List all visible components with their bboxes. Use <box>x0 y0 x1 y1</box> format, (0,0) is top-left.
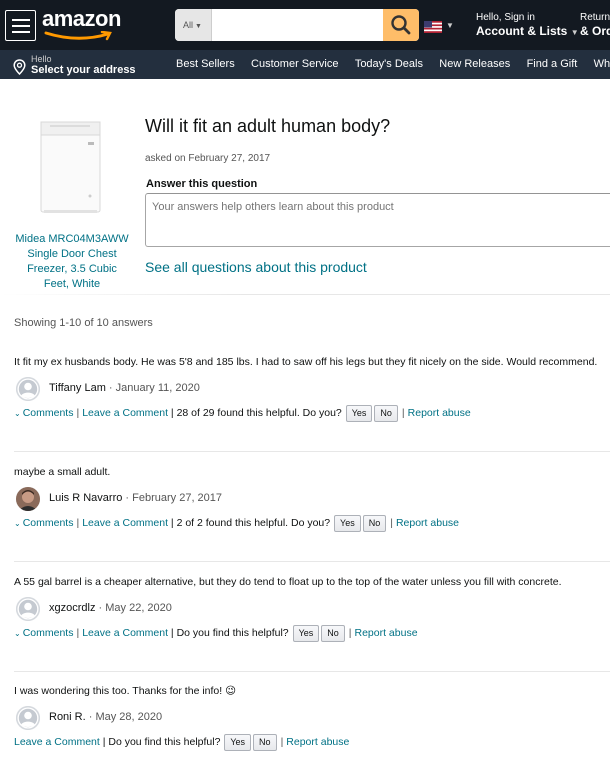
caret-down-icon: ▼ <box>195 23 202 30</box>
helpful-text: | Do you find this helpful? <box>102 736 221 748</box>
answer-item: A 55 gal barrel is a cheaper alternative… <box>14 575 610 643</box>
top-nav-bar: amazon All ▼ ▼ Hello, Sign in Account & L… <box>0 0 610 50</box>
leave-comment-link[interactable]: Leave a Comment <box>82 627 168 639</box>
search-category-dropdown[interactable]: All ▼ <box>175 9 212 41</box>
helpful-no-button[interactable]: No <box>253 733 277 751</box>
location-pin-icon <box>13 59 26 75</box>
us-flag-icon[interactable] <box>424 21 442 33</box>
report-abuse-link[interactable]: Report abuse <box>408 407 471 419</box>
helpful-yes-button[interactable]: Yes <box>334 514 361 532</box>
sub-nav-bar: Hello Select your address Best Sellers C… <box>0 50 610 79</box>
comments-link[interactable]: Comments <box>23 407 74 419</box>
language-caret-icon[interactable]: ▼ <box>446 21 454 30</box>
report-abuse-link[interactable]: Report abuse <box>396 517 459 529</box>
author-name[interactable]: Tiffany Lam <box>49 382 106 394</box>
search-button[interactable] <box>383 9 419 41</box>
question-date: asked on February 27, 2017 <box>145 153 271 164</box>
amazon-logo[interactable]: amazon <box>42 6 124 44</box>
leave-comment-link[interactable]: Leave a Comment <box>14 736 100 748</box>
hamburger-menu-button[interactable] <box>5 10 36 41</box>
answer-item: maybe a small adult. Luis R Navarro · Fe… <box>14 465 610 533</box>
deliver-greeting: Hello <box>31 54 52 64</box>
helpful-no-button[interactable]: No <box>321 624 345 642</box>
answer-text: I was wondering this too. Thanks for the… <box>14 685 237 697</box>
avatar[interactable] <box>16 597 40 621</box>
nav-links: Best Sellers Customer Service Today's De… <box>176 50 610 79</box>
avatar[interactable] <box>16 487 40 511</box>
comments-link[interactable]: Comments <box>23 517 74 529</box>
nav-link-whole-foods[interactable]: Whole Foods <box>594 50 610 79</box>
see-all-questions-link[interactable]: See all questions about this product <box>145 259 367 275</box>
avatar[interactable] <box>16 377 40 401</box>
report-abuse-link[interactable]: Report abuse <box>286 736 349 748</box>
helpful-yes-button[interactable]: Yes <box>292 624 320 642</box>
search-input[interactable] <box>212 9 383 41</box>
answer-text: It fit my ex husbands body. He was 5'8 a… <box>14 356 598 368</box>
helpful-no-button[interactable]: No <box>362 514 387 532</box>
answer-date: · May 28, 2020 <box>88 711 163 723</box>
answer-date: · February 27, 2017 <box>125 492 223 504</box>
answer-text: maybe a small adult. <box>14 466 111 478</box>
smile-arrow-icon <box>44 31 112 41</box>
helpful-yes-button[interactable]: Yes <box>345 404 373 422</box>
author-name[interactable]: Luis R Navarro <box>49 492 122 504</box>
helpful-yes-button[interactable]: Yes <box>224 733 252 751</box>
answer-input[interactable] <box>145 193 610 247</box>
chevron-down-icon[interactable]: ⌄ <box>14 629 21 638</box>
select-address-label: Select your address <box>31 64 136 76</box>
answer-question-label: Answer this question <box>146 178 258 190</box>
returns-label: Returns <box>580 12 610 23</box>
answer-divider <box>14 451 610 452</box>
answer-item: It fit my ex husbands body. He was 5'8 a… <box>14 355 610 423</box>
nav-link-find-a-gift[interactable]: Find a Gift <box>527 50 578 79</box>
default-avatar-icon <box>16 706 40 730</box>
orders-label: & Orders <box>580 24 610 38</box>
helpful-text: | Do you find this helpful? <box>170 627 289 639</box>
user-photo-avatar <box>16 487 40 511</box>
search-bar: All ▼ <box>175 9 419 41</box>
answer-date: · January 11, 2020 <box>108 382 200 394</box>
header-divider <box>0 294 610 295</box>
leave-comment-link[interactable]: Leave a Comment <box>82 517 168 529</box>
author-name[interactable]: Roni R. <box>49 711 86 723</box>
signin-greeting: Hello, Sign in <box>476 12 535 23</box>
search-icon <box>391 15 411 35</box>
logo-text: amazon <box>42 6 121 31</box>
product-image[interactable] <box>38 118 103 216</box>
question-title: Will it fit an adult human body? <box>145 116 391 136</box>
answer-item: I was wondering this too. Thanks for the… <box>14 684 610 751</box>
answer-divider <box>14 561 610 562</box>
account-lists-menu[interactable]: Hello, Sign in Account & Lists ▼ <box>476 12 579 40</box>
answer-date: · May 22, 2020 <box>98 602 172 614</box>
leave-comment-link[interactable]: Leave a Comment <box>82 407 168 419</box>
report-abuse-link[interactable]: Report abuse <box>355 627 418 639</box>
helpful-text: | 28 of 29 found this helpful. Do you? <box>170 407 342 419</box>
nav-link-customer-service[interactable]: Customer Service <box>251 50 338 79</box>
account-lists-label: Account & Lists <box>476 24 568 38</box>
chevron-down-icon[interactable]: ⌄ <box>14 519 21 528</box>
nav-link-new-releases[interactable]: New Releases <box>439 50 510 79</box>
comments-link[interactable]: Comments <box>23 627 74 639</box>
product-name-link[interactable]: Midea MRC04M3AWW Single Door Chest Freez… <box>14 232 130 292</box>
answer-text: A 55 gal barrel is a cheaper alternative… <box>14 576 562 588</box>
returns-orders-link[interactable]: Returns & Orders <box>580 12 610 39</box>
showing-count: Showing 1-10 of 10 answers <box>14 317 153 329</box>
author-name[interactable]: xgzocrdlz <box>49 602 95 614</box>
helpful-no-button[interactable]: No <box>374 404 398 422</box>
search-category-label: All <box>183 20 194 30</box>
avatar[interactable] <box>16 706 40 730</box>
caret-down-icon: ▼ <box>570 28 579 37</box>
answer-divider <box>14 671 610 672</box>
default-avatar-icon <box>16 597 40 621</box>
helpful-text: | 2 of 2 found this helpful. Do you? <box>170 517 331 529</box>
default-avatar-icon <box>16 377 40 401</box>
chevron-down-icon[interactable]: ⌄ <box>14 409 21 418</box>
nav-link-best-sellers[interactable]: Best Sellers <box>176 50 235 79</box>
nav-link-todays-deals[interactable]: Today's Deals <box>355 50 423 79</box>
